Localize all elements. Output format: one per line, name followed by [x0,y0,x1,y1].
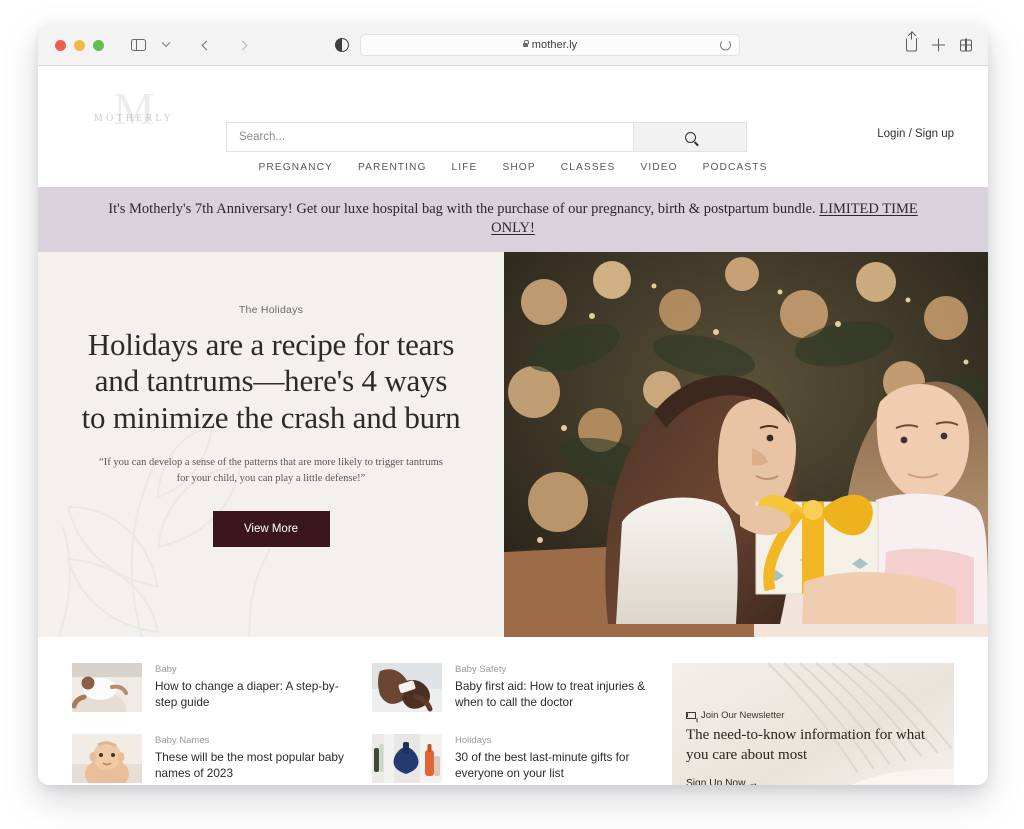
screenshot-stage: mother.ly M MOTHERLY Search... Login / S… [0,0,1024,829]
article-card[interactable]: Holidays 30 of the best last-minute gift… [372,734,648,784]
browser-toolbar: mother.ly [38,25,988,66]
article-category: Holidays [455,735,492,747]
hero-image [504,252,988,638]
nav-item-life[interactable]: LIFE [452,162,478,173]
back-arrow-icon [201,40,211,50]
article-thumbnail [372,663,442,713]
browser-window: mother.ly M MOTHERLY Search... Login / S… [38,25,988,785]
site-logo[interactable]: M MOTHERLY [74,86,194,144]
article-thumbnail [72,734,142,784]
nav-item-podcasts[interactable]: PODCASTS [703,162,768,173]
tab-overview-icon[interactable] [959,38,973,52]
minimize-window-button[interactable] [74,39,85,51]
sidebar-icon [130,38,146,52]
article-strip: Baby How to change a diaper: A step-by-s… [38,637,988,785]
thumbnail-first-aid [372,663,442,713]
hero-eyebrow: The Holidays [238,304,304,317]
search-submit-button[interactable] [633,122,747,152]
article-category: Baby [155,664,177,676]
newsletter-content: Join Our Newsletter The need-to-know inf… [686,710,942,785]
search-input[interactable] [226,122,633,152]
chevron-down-icon [161,38,171,48]
announcement-banner-text: It's Motherly's 7th Anniversary! Get our… [108,201,820,217]
hero-quote: “If you can develop a sense of the patte… [99,456,443,485]
newsletter-signup-card[interactable]: Join Our Newsletter The need-to-know inf… [672,663,954,785]
envelope-icon [686,712,696,720]
window-controls [55,39,104,51]
forward-button[interactable] [230,33,254,57]
close-window-button[interactable] [55,39,66,51]
reload-icon[interactable] [720,39,731,51]
article-headline: How to change a diaper: A step-by-step g… [155,679,339,710]
hero-section: The Holidays Holidays are a recipe for t… [38,252,988,638]
back-button[interactable] [194,33,218,57]
article-card[interactable]: Baby Safety Baby first aid: How to treat… [372,663,648,713]
newsletter-title: The need-to-know information for what yo… [686,727,926,763]
article-thumbnail [72,663,142,713]
article-card-text: Baby Safety Baby first aid: How to treat… [455,663,648,712]
article-headline: Baby first aid: How to treat injuries & … [455,679,646,710]
article-thumbnail [372,734,442,784]
newsletter-kicker-text: Join Our Newsletter [701,710,785,722]
article-card-text: Holidays 30 of the best last-minute gift… [455,734,648,783]
thumbnail-gift-products [372,734,442,784]
hero-headline: Holidays are a recipe for tears and tant… [81,327,461,435]
nav-item-video[interactable]: VIDEO [640,162,677,173]
nav-item-classes[interactable]: CLASSES [561,162,616,173]
hero-photo-illustration [504,252,988,638]
nav-item-shop[interactable]: SHOP [502,162,535,173]
address-bar-content: mother.ly [522,39,578,51]
toolbar-left-group [126,33,254,57]
sidebar-toggle-button[interactable] [126,33,150,57]
forward-arrow-icon [237,40,247,50]
reader-contrast-icon[interactable] [335,38,349,52]
newsletter-kicker: Join Our Newsletter [686,710,942,721]
search-icon [684,131,696,143]
article-category: Baby Names [155,735,210,747]
thumbnail-baby-portrait [72,734,142,784]
logo-wordmark: MOTHERLY [93,113,175,124]
article-headline: These will be the most popular baby name… [155,750,344,781]
view-more-button[interactable]: View More [212,511,330,548]
article-card-text: Baby Names These will be the most popula… [155,734,348,783]
hero-content: The Holidays Holidays are a recipe for t… [38,252,504,638]
article-column-one: Baby How to change a diaper: A step-by-s… [72,663,348,785]
newsletter-signup-link[interactable]: Sign Up Now → [686,778,758,785]
zoom-window-button[interactable] [93,39,104,51]
announcement-banner: It's Motherly's 7th Anniversary! Get our… [38,187,988,253]
site-header: M MOTHERLY Login / Sign up PREGNANCY PAR… [38,66,988,187]
address-bar[interactable]: mother.ly [360,34,740,56]
primary-navigation: PREGNANCY PARENTING LIFE SHOP CLASSES VI… [38,162,988,173]
article-headline: 30 of the best last-minute gifts for eve… [455,750,630,781]
article-category: Baby Safety [455,664,507,676]
search-bar [226,122,747,152]
article-card-text: Baby How to change a diaper: A step-by-s… [155,663,348,712]
plus-icon[interactable] [932,38,945,52]
article-column-two: Baby Safety Baby first aid: How to treat… [372,663,648,785]
thumbnail-diaper-change [72,663,142,713]
logo-monogram: M [113,83,155,134]
login-signup-link[interactable]: Login / Sign up [877,128,954,140]
share-icon[interactable] [906,31,917,52]
address-bar-url: mother.ly [531,39,578,51]
lock-icon [522,40,529,47]
nav-item-parenting[interactable]: PARENTING [358,162,427,173]
article-card[interactable]: Baby How to change a diaper: A step-by-s… [72,663,348,713]
sidebar-dropdown-button[interactable] [154,33,178,57]
article-card[interactable]: Baby Names These will be the most popula… [72,734,348,784]
toolbar-right-group [906,31,973,52]
page-viewport: M MOTHERLY Login / Sign up PREGNANCY PAR… [38,66,988,785]
nav-item-pregnancy[interactable]: PREGNANCY [259,162,333,173]
